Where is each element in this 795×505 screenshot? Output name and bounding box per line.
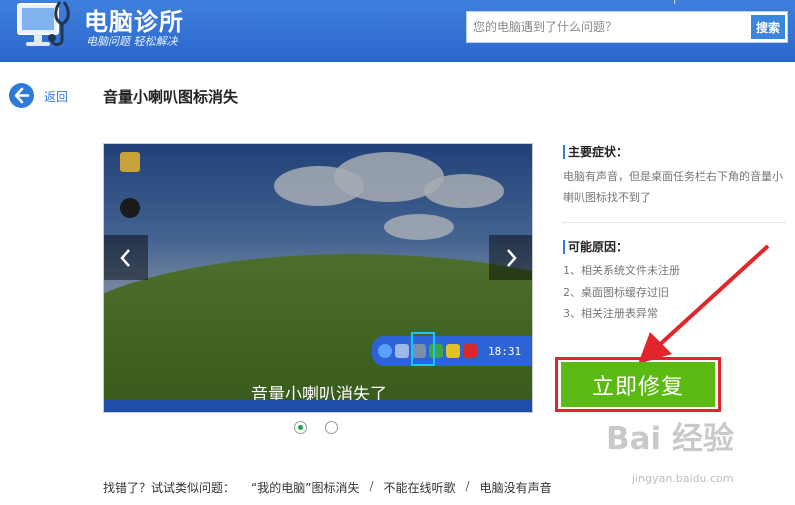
fix-now-button[interactable]: 立即修复 (561, 362, 715, 407)
top-links[interactable]: | (673, 0, 676, 5)
back-button[interactable] (9, 83, 34, 108)
system-tray: 18:31 (372, 336, 532, 366)
watermark-url: jingyan.baidu.com (632, 472, 734, 485)
search-button[interactable]: 搜索 (751, 15, 785, 39)
network-icon (395, 344, 409, 358)
separator: / (465, 479, 470, 493)
shield-icon (446, 344, 460, 358)
qq-penguin-icon (120, 198, 140, 218)
tray-clock: 18:31 (488, 344, 522, 358)
similar-prefix: 找错了？试试类似问题： (103, 481, 236, 495)
similar-link[interactable]: 不能在线听歌 (384, 479, 456, 496)
screenshot-slideshow: 18:31 音量小喇叭消失了 (103, 143, 533, 413)
divider (563, 222, 785, 223)
chevron-left-icon (120, 248, 130, 267)
symptoms-title: 主要症状： (563, 145, 628, 159)
page-title: 音量小喇叭图标消失 (103, 88, 239, 106)
antivirus-icon (463, 344, 477, 358)
causes-title: 可能原因： (563, 240, 628, 254)
symptoms-text: 电脑有声音，但是桌面任务栏右下角的音量小喇叭图标找不到了 (563, 170, 783, 204)
similar-link[interactable]: 电脑没有声音 (480, 479, 552, 496)
separator: / (369, 479, 374, 493)
tray-highlight-box (411, 332, 435, 366)
chevron-right-icon (507, 248, 517, 267)
monitor-stethoscope-icon (17, 1, 70, 46)
pager-dot-2[interactable] (325, 421, 338, 434)
tray-expand-icon (378, 344, 392, 358)
header-bar: 电脑诊所 电脑问题 轻松解决 | 搜索 (0, 0, 795, 62)
red-pointer-arrow-icon (638, 244, 770, 364)
pager-dot-1[interactable] (294, 421, 307, 434)
page-root: 电脑诊所 电脑问题 轻松解决 | 搜索 返回 音量小喇叭图标消失 (0, 0, 795, 505)
back-link[interactable]: 返回 (44, 88, 68, 105)
similar-questions: 找错了？试试类似问题： “我的电脑”图标消失 / 不能在线听歌 / 电脑没有声音 (103, 479, 552, 496)
prev-slide-button[interactable] (104, 235, 148, 280)
slide-overlay (104, 144, 532, 412)
slide-pager (294, 421, 338, 434)
app-slogan: 电脑问题 轻松解决 (86, 35, 178, 48)
app-title: 电脑诊所 (84, 8, 184, 36)
arrow-left-icon (14, 87, 30, 104)
computer-desktop-icon (120, 152, 140, 172)
search-input[interactable] (467, 12, 749, 42)
baidu-watermark: Bai 经验 (606, 421, 734, 457)
similar-link[interactable]: “我的电脑”图标消失 (251, 479, 359, 496)
slide-taskbar (104, 400, 532, 412)
search-box: 搜索 (466, 11, 788, 43)
next-slide-button[interactable] (489, 235, 532, 280)
